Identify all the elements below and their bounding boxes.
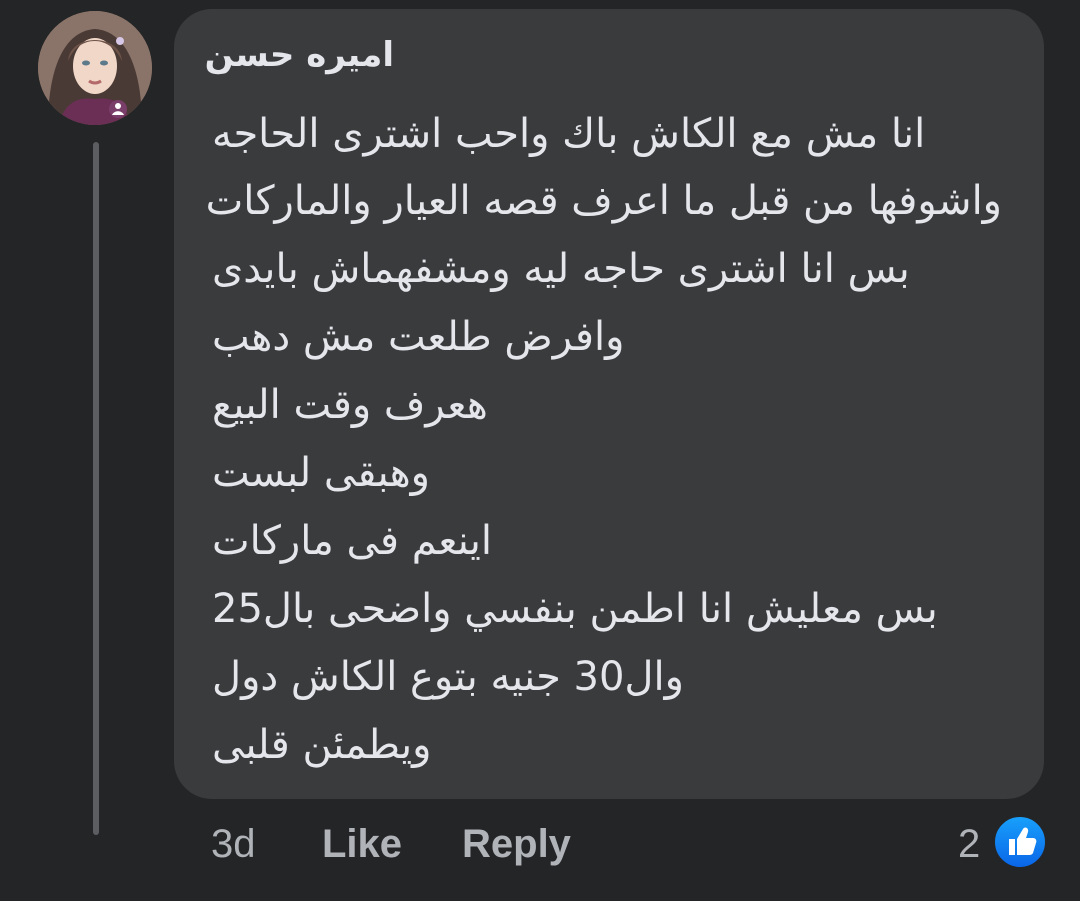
reaction-count[interactable]: 2 <box>958 820 980 868</box>
comment-text-line: اينعم فى ماركات <box>212 518 492 564</box>
comment-text-line: هعرف وقت البيع <box>212 382 488 428</box>
comment-text-line: ويطمئن قلبى <box>212 722 432 768</box>
comment-author-name[interactable]: اميره حسن <box>205 35 394 75</box>
author-avatar[interactable] <box>38 11 152 125</box>
comment-text-line: بس انا اشترى حاجه ليه ومشفهماش بايدى <box>212 246 910 292</box>
like-button[interactable]: Like <box>322 820 402 868</box>
reply-button[interactable]: Reply <box>462 820 571 868</box>
comment-text-line: وافرض طلعت مش دهب <box>212 314 625 360</box>
thread-line <box>93 142 99 835</box>
thumbs-up-icon[interactable] <box>992 814 1048 870</box>
comment-text-line: وال30 جنيه بتوع الكاش دول <box>212 654 684 700</box>
comment-actions: 3d Like Reply <box>0 820 1080 870</box>
avatar-image <box>38 11 152 125</box>
comment-timestamp[interactable]: 3d <box>211 820 256 868</box>
comment-bubble: اميره حسن انا مش مع الكاش باك واحب اشترى… <box>174 9 1044 799</box>
comment-text-line: واشوفها من قبل ما اعرف قصه العيار والمار… <box>205 178 1002 224</box>
comment-text-line: بس معليش انا اطمن بنفسي واضحى بال25 <box>212 586 938 632</box>
comment-text-line: انا مش مع الكاش باك واحب اشترى الحاجه <box>212 111 926 157</box>
comment-text-line: وهبقى لبست <box>212 450 430 496</box>
